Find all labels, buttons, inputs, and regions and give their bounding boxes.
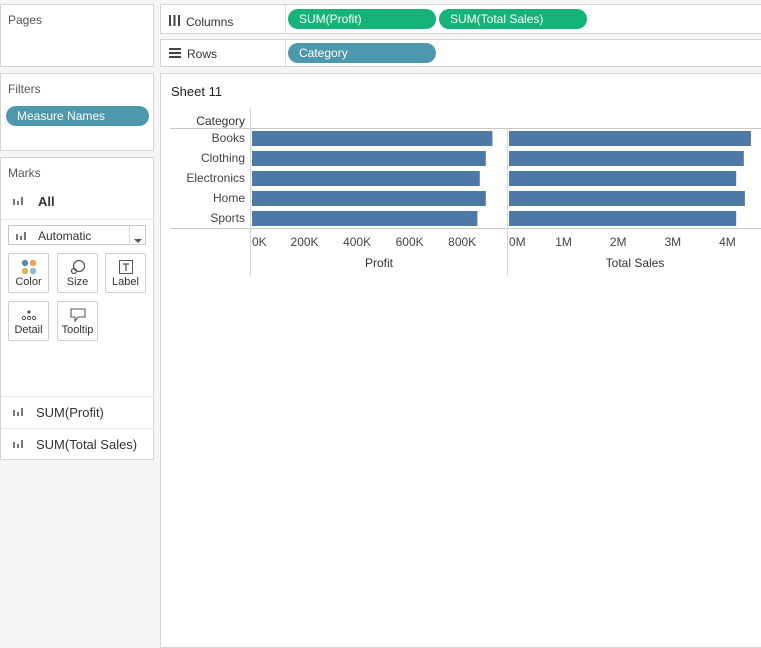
bar-chart <box>252 131 751 226</box>
axis-tick-label: 3M <box>664 235 682 249</box>
axis-tick-label: 4M <box>719 235 736 249</box>
axis-tick-label: 2M <box>609 235 627 249</box>
bar-profit-books[interactable] <box>252 131 493 146</box>
axis-title-total-sales: Total Sales <box>605 256 665 270</box>
axis-tick-label: 0K <box>252 235 267 249</box>
bar-total-sales-home[interactable] <box>509 191 745 206</box>
bar-total-sales-sports[interactable] <box>509 211 737 226</box>
axis-tick-label: 0M <box>509 235 526 249</box>
bar-profit-sports[interactable] <box>252 211 478 226</box>
axis-tick-label: 200K <box>290 235 319 249</box>
bar-total-sales-books[interactable] <box>509 131 751 146</box>
axis-title-profit: Profit <box>364 256 394 270</box>
axis-tick-label: 400K <box>343 235 372 249</box>
bar-profit-clothing[interactable] <box>252 151 486 166</box>
axis-tick-label: 600K <box>395 235 424 249</box>
axis-tick-label: 800K <box>448 235 477 249</box>
bar-total-sales-clothing[interactable] <box>509 151 744 166</box>
bar-profit-electronics[interactable] <box>252 171 480 186</box>
bar-total-sales-electronics[interactable] <box>509 171 737 186</box>
axis-tick-label: 1M <box>555 235 572 249</box>
bar-profit-home[interactable] <box>252 191 486 206</box>
